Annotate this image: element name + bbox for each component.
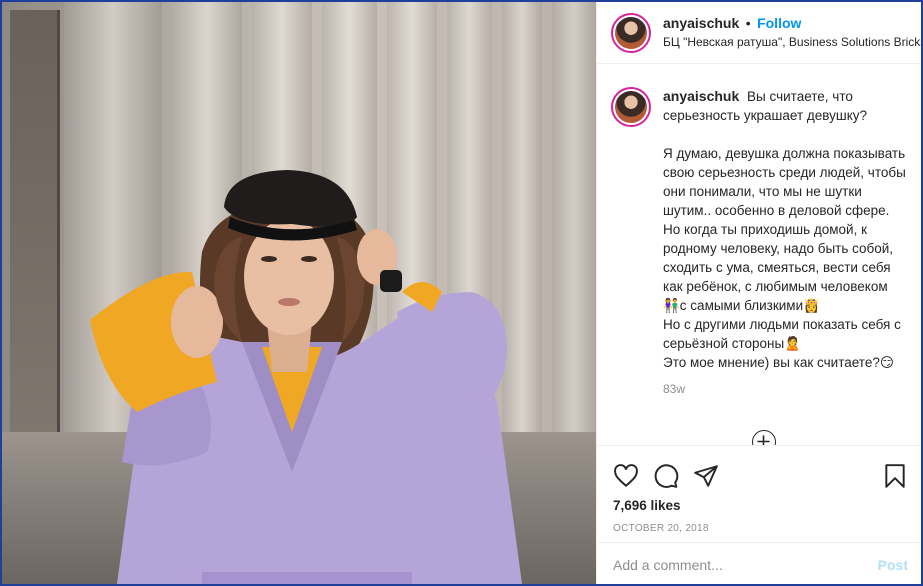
caption-area: anyaischuk Вы считаете, что серьезность …	[597, 65, 921, 445]
author-avatar[interactable]	[611, 12, 651, 53]
separator-dot: •	[745, 15, 751, 31]
caption-text: Вы считаете, что серьезность украшает де…	[663, 89, 906, 370]
author-username[interactable]: anyaischuk	[663, 15, 739, 31]
photo-subject	[90, 170, 522, 584]
comment-bar: Post	[597, 542, 921, 584]
post-header: anyaischuk • Follow БЦ "Невская ратуша",…	[597, 2, 921, 64]
post-window: anyaischuk • Follow БЦ "Невская ратуша",…	[0, 0, 923, 586]
share-icon[interactable]	[693, 463, 719, 489]
heart-icon[interactable]	[613, 463, 639, 489]
post-photo[interactable]	[2, 2, 596, 584]
comment-input[interactable]	[613, 557, 878, 573]
caption-avatar[interactable]	[611, 87, 651, 127]
load-more-comments-icon[interactable]	[752, 430, 776, 445]
location-link[interactable]: БЦ "Невская ратуша", Business Solutions …	[663, 33, 921, 51]
post-comment-button[interactable]: Post	[878, 557, 908, 573]
caption-timestamp[interactable]: 83w	[663, 380, 908, 399]
caption-username[interactable]: anyaischuk	[663, 88, 739, 104]
bookmark-icon[interactable]	[882, 463, 908, 489]
follow-button[interactable]: Follow	[757, 15, 801, 31]
post-actions: 7,696 likes OCTOBER 20, 2018 Post	[597, 445, 921, 584]
post-side-panel: anyaischuk • Follow БЦ "Невская ратуша",…	[596, 2, 921, 584]
likes-count[interactable]: 7,696 likes	[597, 494, 921, 513]
post-date[interactable]: OCTOBER 20, 2018	[597, 513, 921, 534]
comment-icon[interactable]	[653, 463, 679, 489]
